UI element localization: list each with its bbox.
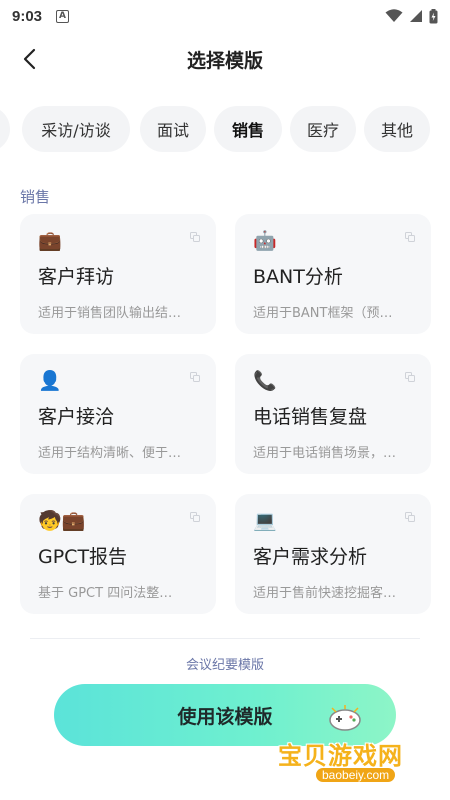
status-indicators <box>385 8 438 24</box>
card-title: 客户接洽 <box>38 406 115 428</box>
card-description: 适用于销售团队输出结… <box>38 306 182 321</box>
divider <box>30 638 420 639</box>
card-title: BANT分析 <box>253 266 343 288</box>
battery-icon <box>429 8 438 23</box>
template-card-bant[interactable]: 🤖 BANT分析 适用于BANT框架（预… <box>235 214 431 334</box>
status-bar: 9:03 A <box>0 0 450 32</box>
footer-label: 会议纪要模版 <box>185 658 264 673</box>
back-button[interactable] <box>14 44 44 74</box>
tab-other[interactable]: 其他 <box>364 106 430 152</box>
card-description: 适用于BANT框架（预… <box>253 306 393 321</box>
template-card-customer-visit[interactable]: 💼 客户拜访 适用于销售团队输出结… <box>20 214 216 334</box>
card-title: 客户拜访 <box>38 266 115 288</box>
card-description: 适用于售前快速挖掘客… <box>253 586 397 601</box>
card-title: 电话销售复盘 <box>253 406 368 428</box>
watermark-text: 宝贝游戏网 <box>278 742 403 770</box>
template-card-needs-analysis[interactable]: 💻 客户需求分析 适用于售前快速挖掘客… <box>235 494 431 614</box>
card-description: 基于 GPCT 四问法整… <box>38 586 173 601</box>
header: 选择模版 <box>0 32 450 86</box>
laptop-icon: 💻 <box>253 510 277 532</box>
copy-icon <box>405 232 415 242</box>
copy-icon <box>190 512 200 522</box>
child-briefcase-icon: 🧒💼 <box>38 510 86 532</box>
card-description: 适用于电话销售场景，… <box>253 446 397 461</box>
person-icon: 👤 <box>38 370 62 392</box>
signal-icon <box>410 10 422 22</box>
tab-medical[interactable]: 医疗 <box>290 106 356 152</box>
template-card-customer-contact[interactable]: 👤 客户接洽 适用于结构清晰、便于… <box>20 354 216 474</box>
tab-offscreen[interactable] <box>0 106 10 152</box>
chevron-left-icon <box>23 48 36 70</box>
copy-icon <box>405 512 415 522</box>
template-card-phone-sales-review[interactable]: 📞 电话销售复盘 适用于电话销售场景，… <box>235 354 431 474</box>
status-time: 9:03 <box>12 7 43 25</box>
card-title: 客户需求分析 <box>253 546 368 568</box>
tab-interview-visit[interactable]: 采访/访谈 <box>22 106 130 152</box>
phone-icon: 📞 <box>253 370 277 392</box>
tab-sales[interactable]: 销售 <box>214 106 282 152</box>
card-description: 适用于结构清晰、便于… <box>38 446 182 461</box>
category-tabs[interactable]: 采访/访谈 面试 销售 医疗 其他 <box>0 106 450 154</box>
watermark-url: baobeiy.com <box>316 768 396 782</box>
robot-icon: 🤖 <box>253 230 277 252</box>
card-title: GPCT报告 <box>38 546 128 568</box>
watermark-logo: 宝贝游戏网 baobeiy.com <box>272 704 450 800</box>
wifi-icon <box>385 9 403 22</box>
gamepad-icon <box>329 705 361 731</box>
template-card-gpct[interactable]: 🧒💼 GPCT报告 基于 GPCT 四问法整… <box>20 494 216 614</box>
copy-icon <box>405 372 415 382</box>
briefcase-icon: 💼 <box>38 230 62 252</box>
copy-icon <box>190 232 200 242</box>
copy-icon <box>190 372 200 382</box>
page-title: 选择模版 <box>186 49 263 72</box>
app-notification-icon: A <box>56 9 70 23</box>
section-title: 销售 <box>20 188 51 206</box>
tab-job-interview[interactable]: 面试 <box>140 106 206 152</box>
